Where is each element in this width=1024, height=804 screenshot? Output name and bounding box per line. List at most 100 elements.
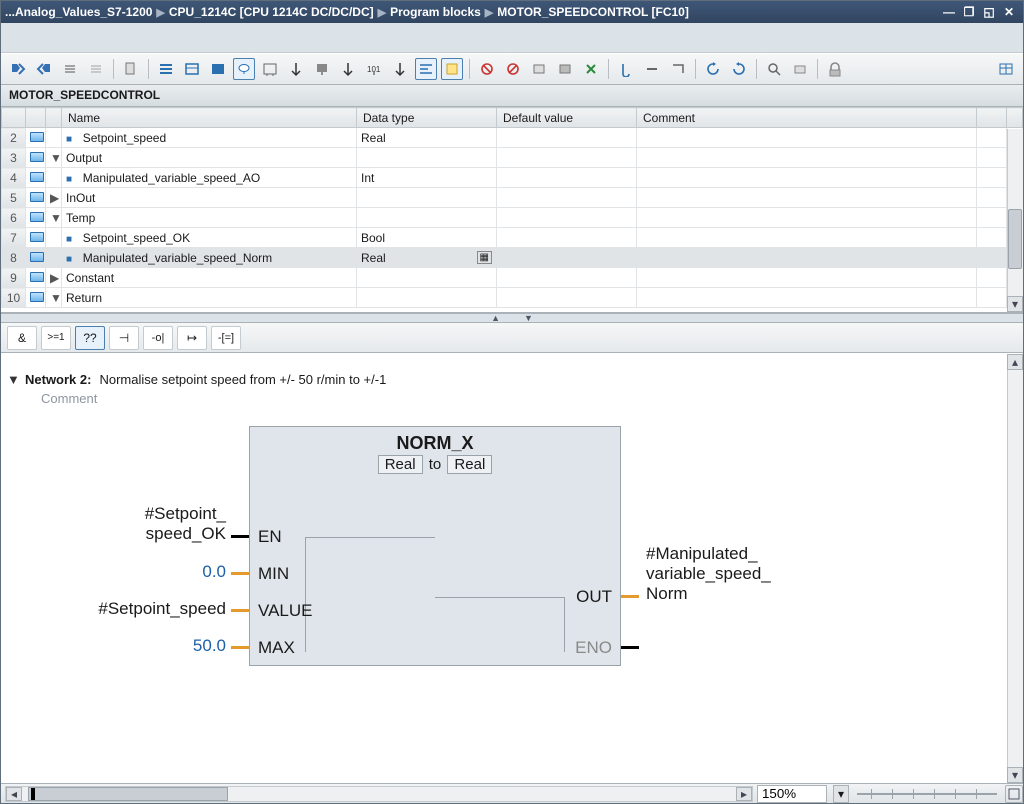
zoom-dropdown[interactable]: ▾ bbox=[833, 785, 849, 803]
scroll-right-button[interactable]: ▸ bbox=[736, 787, 752, 801]
crumb[interactable]: Program blocks bbox=[390, 5, 481, 19]
tool-icon[interactable] bbox=[85, 58, 107, 80]
col-dtype[interactable]: Data type bbox=[357, 108, 497, 128]
op-unknown[interactable]: ?? bbox=[75, 326, 105, 350]
tag-en[interactable]: #Setpoint_speed_OK bbox=[61, 504, 226, 544]
tool-icon[interactable] bbox=[233, 58, 255, 80]
op-assign[interactable]: -o| bbox=[143, 326, 173, 350]
tool-icon[interactable] bbox=[763, 58, 785, 80]
network-comment[interactable]: Comment bbox=[1, 389, 1023, 416]
zoom-slider[interactable] bbox=[857, 785, 997, 803]
close-button[interactable]: ✕ bbox=[999, 5, 1019, 19]
restore-button[interactable]: ❐ bbox=[959, 5, 979, 19]
tool-icon[interactable] bbox=[181, 58, 203, 80]
fbd-canvas[interactable]: NORM_X Real to Real EN MIN VALUE MAX OUT… bbox=[1, 416, 1023, 716]
crumb[interactable]: MOTOR_SPEEDCONTROL [FC10] bbox=[497, 5, 689, 19]
tool-icon[interactable] bbox=[554, 58, 576, 80]
col-name[interactable]: Name bbox=[62, 108, 357, 128]
main-toolbar: 101 bbox=[1, 53, 1023, 85]
h-scrollbar[interactable]: ◂ ▸ bbox=[5, 786, 753, 802]
table-row[interactable]: 10▼Return bbox=[2, 288, 1023, 308]
scroll-down-button[interactable]: ▾ bbox=[1007, 296, 1023, 312]
tool-icon[interactable] bbox=[441, 58, 463, 80]
wire bbox=[621, 595, 639, 598]
tool-icon[interactable]: 101 bbox=[363, 58, 385, 80]
zoom-fit-button[interactable] bbox=[1005, 785, 1023, 803]
caret-icon[interactable]: ▼ bbox=[46, 288, 62, 308]
caret-icon[interactable]: ▼ bbox=[46, 208, 62, 228]
wire bbox=[621, 646, 639, 649]
table-row[interactable]: 2■ Setpoint_speedReal bbox=[2, 128, 1023, 148]
float-button[interactable]: ◱ bbox=[979, 5, 999, 19]
declaration-table[interactable]: Name Data type Default value Comment 2■ … bbox=[1, 107, 1023, 313]
collapse-icon[interactable]: ▼ bbox=[7, 372, 20, 387]
crumb[interactable]: CPU_1214C [CPU 1214C DC/DC/DC] bbox=[169, 5, 374, 19]
scroll-thumb[interactable] bbox=[28, 787, 228, 801]
io-icon bbox=[30, 272, 44, 282]
zoom-input[interactable] bbox=[757, 785, 827, 803]
tool-icon[interactable] bbox=[667, 58, 689, 80]
box-type[interactable]: Real to Real bbox=[250, 456, 620, 483]
table-row[interactable]: 4■ Manipulated_variable_speed_AOInt bbox=[2, 168, 1023, 188]
col-comment[interactable]: Comment bbox=[637, 108, 977, 128]
tool-icon[interactable] bbox=[528, 58, 550, 80]
tool-icon[interactable] bbox=[33, 58, 55, 80]
table-row[interactable]: 3▼Output bbox=[2, 148, 1023, 168]
network-editor[interactable]: ▼ Network 2: Normalise setpoint speed fr… bbox=[1, 353, 1023, 783]
tool-icon[interactable] bbox=[502, 58, 524, 80]
tool-icon[interactable] bbox=[824, 58, 846, 80]
network-header[interactable]: ▼ Network 2: Normalise setpoint speed fr… bbox=[1, 364, 1023, 389]
tool-icon[interactable] bbox=[285, 58, 307, 80]
tool-icon[interactable] bbox=[259, 58, 281, 80]
caret-icon[interactable]: ▶ bbox=[46, 268, 62, 288]
tool-icon[interactable] bbox=[615, 58, 637, 80]
pin-value: VALUE bbox=[258, 601, 313, 621]
tool-icon[interactable] bbox=[120, 58, 142, 80]
minimize-button[interactable]: — bbox=[939, 5, 959, 19]
tool-icon[interactable] bbox=[476, 58, 498, 80]
op-neg[interactable]: ⊣ bbox=[109, 326, 139, 350]
op-ge1[interactable]: >=1 bbox=[41, 326, 71, 350]
tool-icon[interactable] bbox=[702, 58, 724, 80]
scroll-down-button[interactable]: ▾ bbox=[1007, 767, 1023, 783]
wire bbox=[231, 646, 249, 649]
tool-icon[interactable] bbox=[789, 58, 811, 80]
table-row[interactable]: 6▼Temp bbox=[2, 208, 1023, 228]
tool-icon[interactable] bbox=[7, 58, 29, 80]
table-row[interactable]: 8■ Manipulated_variable_speed_NormReal ▦ bbox=[2, 248, 1023, 268]
scrollbar[interactable] bbox=[1007, 129, 1023, 312]
caret-icon[interactable]: ▶ bbox=[46, 188, 62, 208]
tool-icon[interactable] bbox=[207, 58, 229, 80]
tool-icon[interactable] bbox=[311, 58, 333, 80]
tool-icon[interactable] bbox=[995, 58, 1017, 80]
op-return[interactable]: -[=] bbox=[211, 326, 241, 350]
tool-icon[interactable] bbox=[415, 58, 437, 80]
scroll-thumb[interactable] bbox=[1008, 209, 1022, 269]
tool-icon[interactable] bbox=[641, 58, 663, 80]
tool-icon[interactable] bbox=[580, 58, 602, 80]
io-icon bbox=[30, 252, 44, 262]
table-row[interactable]: 5▶InOut bbox=[2, 188, 1023, 208]
editor-scrollbar[interactable]: ▴ ▾ bbox=[1007, 354, 1023, 783]
table-row[interactable]: 7■ Setpoint_speed_OKBool bbox=[2, 228, 1023, 248]
table-row[interactable]: 9▶Constant bbox=[2, 268, 1023, 288]
splitter[interactable]: ▲▼ bbox=[1, 313, 1023, 323]
tool-icon[interactable] bbox=[337, 58, 359, 80]
tag-max[interactable]: 50.0 bbox=[61, 636, 226, 656]
scroll-left-button[interactable]: ◂ bbox=[6, 787, 22, 801]
op-and[interactable]: & bbox=[7, 326, 37, 350]
network-title[interactable]: Normalise setpoint speed from +/- 50 r/m… bbox=[99, 372, 386, 387]
col-default[interactable]: Default value bbox=[497, 108, 637, 128]
tool-icon[interactable] bbox=[59, 58, 81, 80]
tag-out[interactable]: #Manipulated_variable_speed_Norm bbox=[646, 544, 846, 604]
tag-value[interactable]: #Setpoint_speed bbox=[41, 599, 226, 619]
tool-icon[interactable] bbox=[389, 58, 411, 80]
scroll-up-button[interactable]: ▴ bbox=[1007, 354, 1023, 370]
norm-x-box[interactable]: NORM_X Real to Real EN MIN VALUE MAX OUT… bbox=[249, 426, 621, 666]
op-jump[interactable]: ↦ bbox=[177, 326, 207, 350]
tool-icon[interactable] bbox=[155, 58, 177, 80]
caret-icon[interactable]: ▼ bbox=[46, 148, 62, 168]
tool-icon[interactable] bbox=[728, 58, 750, 80]
crumb[interactable]: ...Analog_Values_S7-1200 bbox=[5, 5, 152, 19]
tag-min[interactable]: 0.0 bbox=[61, 562, 226, 582]
